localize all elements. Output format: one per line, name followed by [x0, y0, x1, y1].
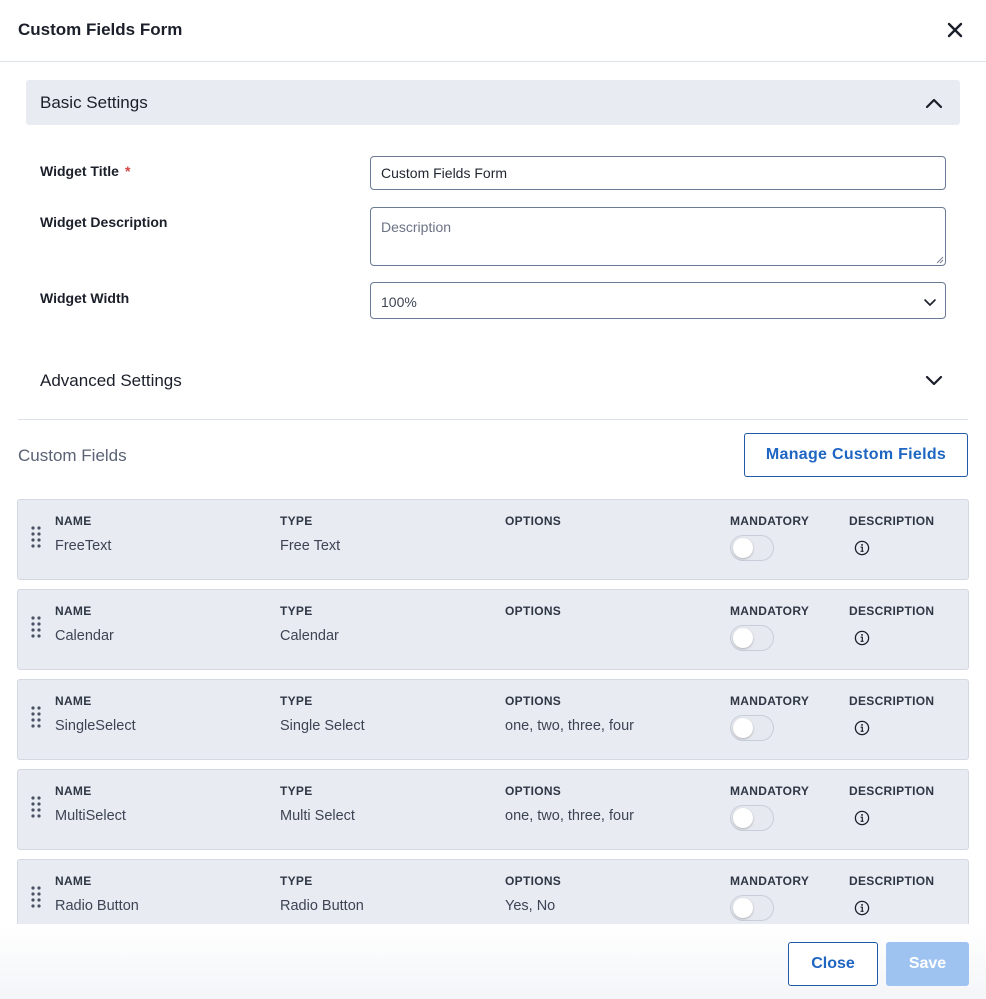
chevron-down-icon [925, 375, 943, 386]
field-options: Yes, No [505, 898, 556, 914]
mandatory-header: MANDATORY [730, 514, 810, 528]
widget-width-select[interactable]: 100% [370, 282, 946, 319]
advanced-settings-header[interactable]: Advanced Settings [26, 358, 960, 402]
name-header: NAME [55, 514, 92, 528]
toggle-knob [733, 808, 753, 828]
custom-fields-title: Custom Fields [18, 446, 127, 465]
modal-header: Custom Fields Form [0, 0, 986, 62]
type-header: TYPE [280, 514, 313, 528]
widget-description-input[interactable] [370, 207, 946, 266]
close-button[interactable]: Close [788, 942, 878, 986]
field-type: Free Text [280, 538, 341, 554]
divider [18, 419, 968, 420]
custom-fields-list: NAME TYPE OPTIONS MANDATORY DESCRIPTION … [0, 490, 986, 924]
drag-handle-icon[interactable] [31, 526, 41, 548]
info-icon[interactable] [854, 900, 870, 916]
custom-field-row: NAME TYPE OPTIONS MANDATORY DESCRIPTION … [17, 589, 969, 670]
toggle-knob [733, 898, 753, 918]
field-type: Calendar [280, 628, 339, 644]
field-name: SingleSelect [55, 718, 136, 734]
type-header: TYPE [280, 694, 313, 708]
drag-handle-icon[interactable] [31, 706, 41, 728]
field-options: one, two, three, four [505, 718, 634, 734]
description-header: DESCRIPTION [849, 604, 935, 618]
widget-title-label: Widget Title * [40, 163, 131, 179]
field-name: MultiSelect [55, 808, 126, 824]
chevron-down-icon [924, 299, 936, 306]
options-header: OPTIONS [505, 694, 562, 708]
name-header: NAME [55, 874, 92, 888]
info-icon[interactable] [854, 720, 870, 736]
mandatory-toggle[interactable] [730, 895, 774, 921]
custom-field-row: NAME TYPE OPTIONS MANDATORY DESCRIPTION … [17, 499, 969, 580]
manage-custom-fields-button[interactable]: Manage Custom Fields [744, 433, 968, 477]
widget-description-label: Widget Description [40, 214, 168, 230]
resize-grip-icon[interactable] [935, 255, 944, 264]
basic-settings-label: Basic Settings [40, 93, 148, 112]
drag-handle-icon[interactable] [31, 796, 41, 818]
close-icon[interactable] [944, 19, 966, 41]
mandatory-header: MANDATORY [730, 874, 810, 888]
field-options: one, two, three, four [505, 808, 634, 824]
mandatory-toggle[interactable] [730, 715, 774, 741]
description-header: DESCRIPTION [849, 694, 935, 708]
mandatory-header: MANDATORY [730, 784, 810, 798]
widget-width-value: 100% [381, 294, 417, 310]
required-marker: * [124, 163, 131, 179]
widget-description-wrap [370, 207, 946, 266]
mandatory-toggle[interactable] [730, 535, 774, 561]
field-type: Multi Select [280, 808, 355, 824]
widget-title-input[interactable] [370, 156, 946, 190]
info-icon[interactable] [854, 810, 870, 826]
mandatory-toggle[interactable] [730, 625, 774, 651]
custom-field-row: NAME TYPE OPTIONS MANDATORY DESCRIPTION … [17, 769, 969, 850]
basic-settings-header[interactable]: Basic Settings [26, 80, 960, 125]
field-type: Radio Button [280, 898, 364, 914]
type-header: TYPE [280, 874, 313, 888]
field-name: Calendar [55, 628, 114, 644]
type-header: TYPE [280, 604, 313, 618]
mandatory-header: MANDATORY [730, 604, 810, 618]
chevron-up-icon [925, 98, 943, 109]
toggle-knob [733, 538, 753, 558]
custom-field-row: NAME TYPE OPTIONS MANDATORY DESCRIPTION … [17, 859, 969, 924]
widget-width-label: Widget Width [40, 290, 130, 306]
description-header: DESCRIPTION [849, 514, 935, 528]
field-name: Radio Button [55, 898, 139, 914]
options-header: OPTIONS [505, 784, 562, 798]
field-name: FreeText [55, 538, 112, 554]
description-header: DESCRIPTION [849, 874, 935, 888]
options-header: OPTIONS [505, 604, 562, 618]
options-header: OPTIONS [505, 514, 562, 528]
custom-field-row: NAME TYPE OPTIONS MANDATORY DESCRIPTION … [17, 679, 969, 760]
info-icon[interactable] [854, 630, 870, 646]
toggle-knob [733, 628, 753, 648]
name-header: NAME [55, 784, 92, 798]
options-header: OPTIONS [505, 874, 562, 888]
name-header: NAME [55, 604, 92, 618]
drag-handle-icon[interactable] [31, 616, 41, 638]
modal-title: Custom Fields Form [18, 20, 183, 39]
drag-handle-icon[interactable] [31, 886, 41, 908]
save-button[interactable]: Save [886, 942, 969, 986]
info-icon[interactable] [854, 540, 870, 556]
type-header: TYPE [280, 784, 313, 798]
mandatory-toggle[interactable] [730, 805, 774, 831]
name-header: NAME [55, 694, 92, 708]
mandatory-header: MANDATORY [730, 694, 810, 708]
description-header: DESCRIPTION [849, 784, 935, 798]
advanced-settings-label: Advanced Settings [40, 371, 182, 390]
toggle-knob [733, 718, 753, 738]
field-type: Single Select [280, 718, 365, 734]
